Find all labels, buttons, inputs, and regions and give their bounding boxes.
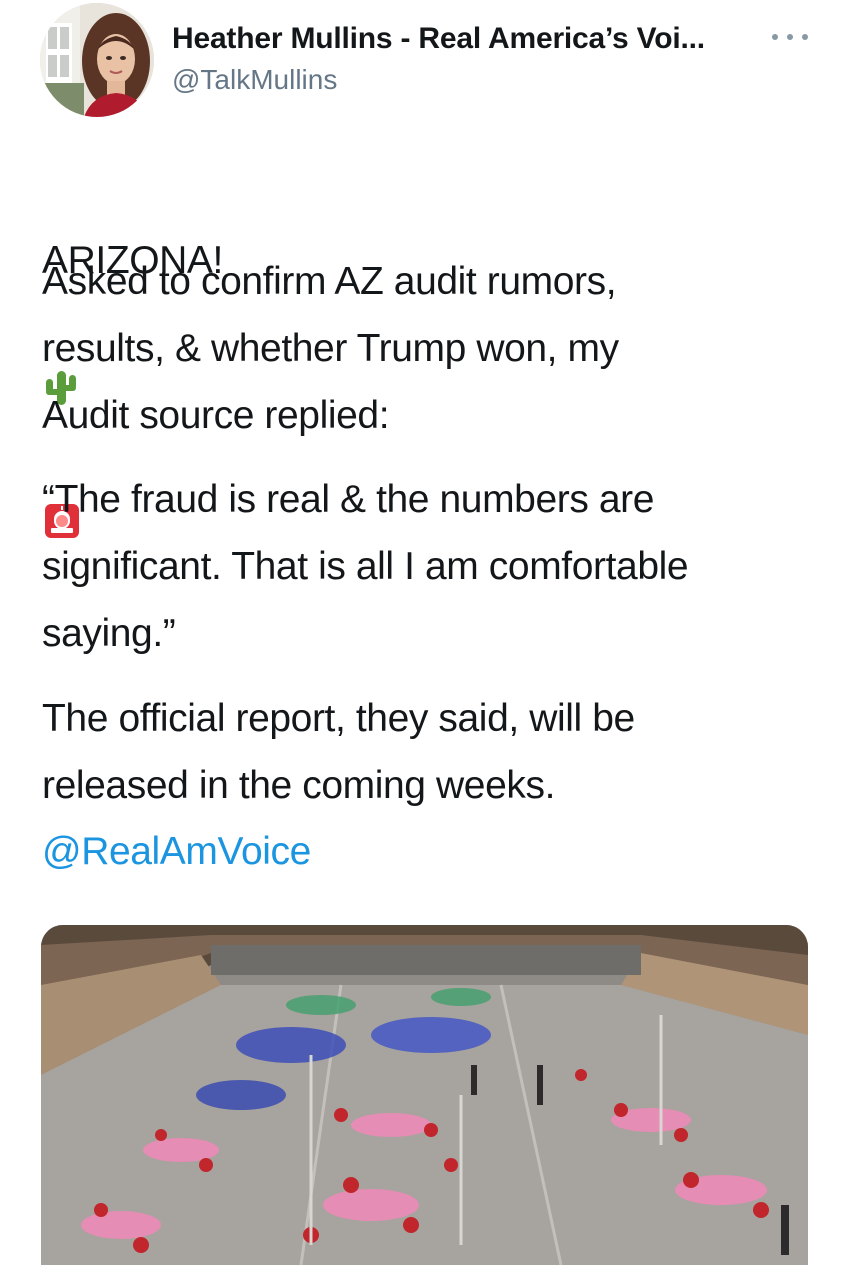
profile-photo-icon	[40, 3, 154, 117]
author-handle[interactable]: @TalkMullins	[172, 64, 337, 96]
author-name[interactable]: Heather Mullins - Real America’s Voi...	[172, 22, 705, 56]
arena-photo	[41, 925, 808, 1265]
tweet-media-image[interactable]	[41, 925, 808, 1265]
author-avatar[interactable]	[40, 3, 154, 117]
mention-link[interactable]: @RealAmVoice	[42, 818, 311, 885]
tweet-paragraph-3: The official report, they said, will be …	[42, 697, 635, 807]
tweet-paragraph-2: “The fraud is real & the numbers are sig…	[42, 478, 689, 655]
ellipsis-icon[interactable]	[772, 22, 808, 52]
tweet-paragraph-1: Asked to confirm AZ audit rumors, result…	[42, 260, 619, 437]
